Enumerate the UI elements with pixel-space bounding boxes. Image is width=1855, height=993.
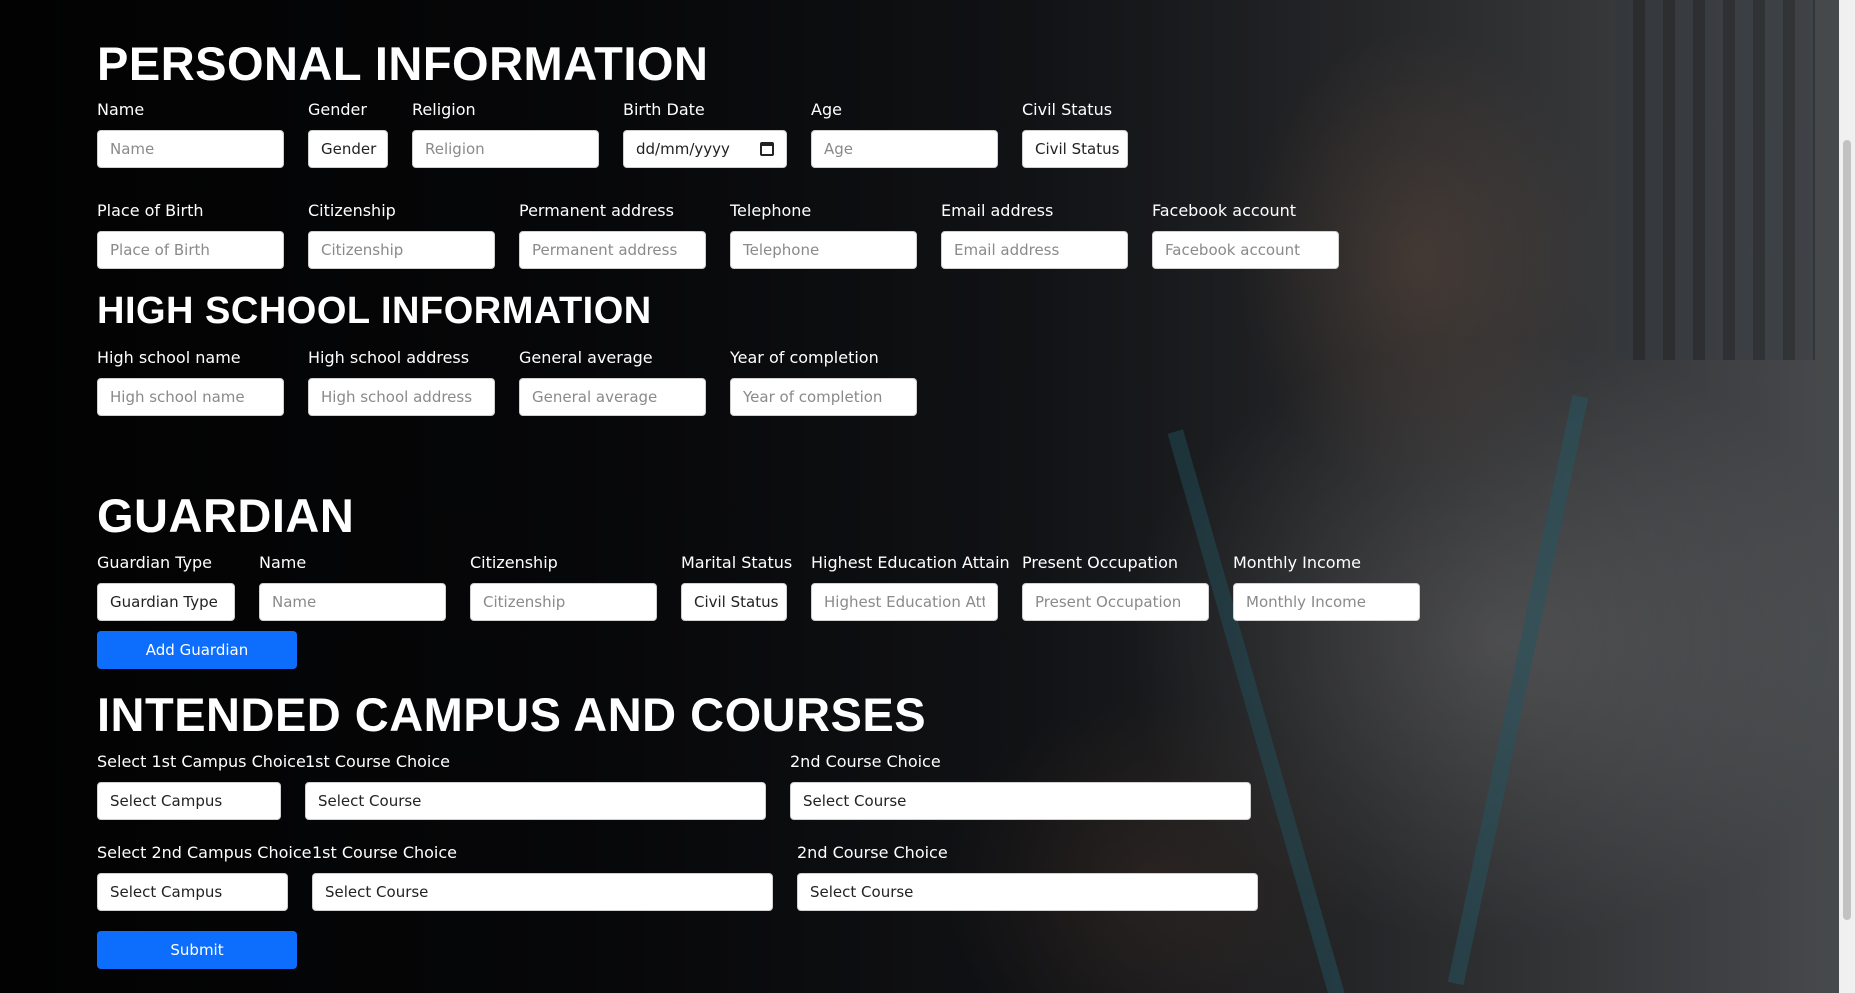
first-campus-label: Select 1st Campus Choice (97, 752, 306, 771)
submit-button[interactable]: Submit (97, 931, 297, 969)
telephone-input[interactable] (730, 231, 917, 269)
high-school-address-label: High school address (308, 348, 470, 367)
civil-status-label: Civil Status (1022, 100, 1113, 119)
marital-status-select[interactable]: Civil Status (681, 583, 787, 621)
general-average-label: General average (519, 348, 653, 367)
guardian-citizenship-field: Citizenship (470, 553, 657, 621)
second-campus-course2-select[interactable]: Select Course (797, 873, 1258, 911)
calendar-icon[interactable] (760, 142, 774, 156)
facebook-label: Facebook account (1152, 201, 1297, 220)
citizenship-field: Citizenship (308, 201, 495, 269)
second-campus-course1-field: 1st Course Choice Select Course (312, 843, 773, 911)
occupation-label: Present Occupation (1022, 553, 1179, 572)
birth-date-label: Birth Date (623, 100, 705, 119)
birth-date-field: Birth Date dd/mm/yyyy (623, 100, 787, 168)
year-of-completion-input[interactable] (730, 378, 917, 416)
first-campus-course1-label: 1st Course Choice (305, 752, 451, 771)
religion-input[interactable] (412, 130, 599, 168)
first-campus-course2-label: 2nd Course Choice (790, 752, 941, 771)
age-label: Age (811, 100, 842, 119)
second-campus-course1-select[interactable]: Select Course (312, 873, 773, 911)
guardian-name-label: Name (259, 553, 307, 572)
second-campus-course2-field: 2nd Course Choice Select Course (797, 843, 1258, 911)
guardian-type-field: Guardian Type Guardian Type (97, 553, 235, 621)
first-campus-field: Select 1st Campus Choice Select Campus (97, 752, 306, 820)
second-campus-course1-label: 1st Course Choice (312, 843, 458, 862)
birth-date-value: dd/mm/yyyy (636, 140, 730, 158)
place-of-birth-input[interactable] (97, 231, 284, 269)
email-input[interactable] (941, 231, 1128, 269)
occupation-field: Present Occupation (1022, 553, 1209, 621)
guardian-type-label: Guardian Type (97, 553, 213, 572)
gender-field: Gender Gender (308, 100, 388, 168)
first-campus-select[interactable]: Select Campus (97, 782, 281, 820)
first-campus-course1-select[interactable]: Select Course (305, 782, 766, 820)
general-average-field: General average (519, 348, 706, 416)
personal-info-heading: PERSONAL INFORMATION (97, 37, 709, 90)
age-field: Age (811, 100, 998, 168)
education-input[interactable] (811, 583, 998, 621)
place-of-birth-label: Place of Birth (97, 201, 204, 220)
gender-select[interactable]: Gender (308, 130, 388, 168)
name-input[interactable] (97, 130, 284, 168)
email-field: Email address (941, 201, 1128, 269)
birth-date-input[interactable]: dd/mm/yyyy (623, 130, 787, 168)
guardian-citizenship-input[interactable] (470, 583, 657, 621)
religion-label: Religion (412, 100, 476, 119)
general-average-input[interactable] (519, 378, 706, 416)
permanent-address-field: Permanent address (519, 201, 706, 269)
year-of-completion-field: Year of completion (730, 348, 917, 416)
guardian-citizenship-label: Citizenship (470, 553, 558, 572)
religion-field: Religion (412, 100, 599, 168)
high-school-name-label: High school name (97, 348, 241, 367)
high-school-name-input[interactable] (97, 378, 284, 416)
second-campus-label: Select 2nd Campus Choice (97, 843, 312, 862)
monthly-income-field: Monthly Income (1233, 553, 1420, 621)
guardian-type-select[interactable]: Guardian Type (97, 583, 235, 621)
first-campus-course2-select[interactable]: Select Course (790, 782, 1251, 820)
marital-status-label: Marital Status (681, 553, 793, 572)
facebook-field: Facebook account (1152, 201, 1339, 269)
gender-label: Gender (308, 100, 367, 119)
high-school-name-field: High school name (97, 348, 284, 416)
civil-status-field: Civil Status Civil Status (1022, 100, 1128, 168)
second-campus-course2-label: 2nd Course Choice (797, 843, 948, 862)
education-field: Highest Education Attain (811, 553, 1010, 621)
citizenship-label: Citizenship (308, 201, 396, 220)
age-input[interactable] (811, 130, 998, 168)
high-school-address-field: High school address (308, 348, 495, 416)
guardian-name-input[interactable] (259, 583, 446, 621)
facebook-input[interactable] (1152, 231, 1339, 269)
second-campus-select[interactable]: Select Campus (97, 873, 288, 911)
citizenship-input[interactable] (308, 231, 495, 269)
occupation-input[interactable] (1022, 583, 1209, 621)
high-school-address-input[interactable] (308, 378, 495, 416)
marital-status-field: Marital Status Civil Status (681, 553, 792, 621)
education-label: Highest Education Attain (811, 553, 1010, 572)
name-label: Name (97, 100, 145, 119)
monthly-income-input[interactable] (1233, 583, 1420, 621)
add-guardian-button[interactable]: Add Guardian (97, 631, 297, 669)
place-of-birth-field: Place of Birth (97, 201, 284, 269)
telephone-field: Telephone (730, 201, 917, 269)
first-campus-course1-field: 1st Course Choice Select Course (305, 752, 766, 820)
civil-status-select[interactable]: Civil Status (1022, 130, 1128, 168)
year-of-completion-label: Year of completion (730, 348, 879, 367)
first-campus-course2-field: 2nd Course Choice Select Course (790, 752, 1251, 820)
page-scrollbar[interactable] (1839, 0, 1855, 993)
email-label: Email address (941, 201, 1054, 220)
permanent-address-input[interactable] (519, 231, 706, 269)
guardian-heading: GUARDIAN (97, 489, 355, 542)
scrollbar-thumb[interactable] (1843, 140, 1851, 920)
telephone-label: Telephone (730, 201, 812, 220)
second-campus-field: Select 2nd Campus Choice Select Campus (97, 843, 311, 911)
permanent-address-label: Permanent address (519, 201, 674, 220)
guardian-name-field: Name (259, 553, 446, 621)
monthly-income-label: Monthly Income (1233, 553, 1362, 572)
high-school-heading: HIGH SCHOOL INFORMATION (97, 290, 652, 332)
name-field: Name (97, 100, 284, 168)
campus-heading: INTENDED CAMPUS AND COURSES (97, 688, 927, 741)
